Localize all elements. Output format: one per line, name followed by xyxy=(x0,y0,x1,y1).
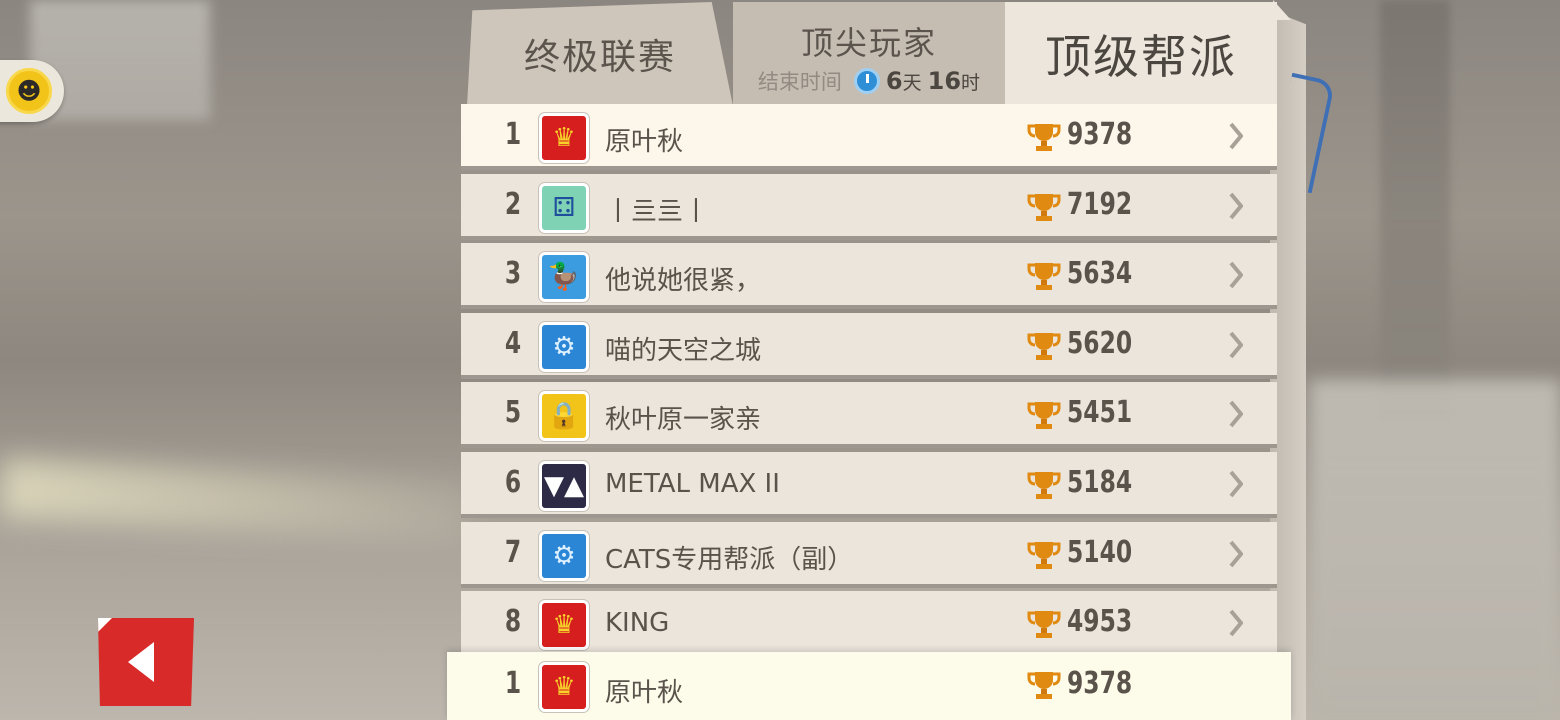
score: 5184 xyxy=(1067,465,1133,500)
rank: 1 xyxy=(504,666,522,701)
trophy-icon xyxy=(1027,332,1061,360)
countdown-hours: 16时 xyxy=(927,67,981,95)
leaderboard-list[interactable]: 1 ♛ 原叶秋 9378 2 ⚃ 丨亖亖丨 7192 3 🦆 他说她很紧， 5634 4 ⚙ 喵的天空之城 5… xyxy=(461,104,1277,652)
chevron-right-icon[interactable] xyxy=(1229,122,1243,150)
gang-emblem-crown-icon: ♛ xyxy=(539,113,589,163)
leaderboard-tabs: 终极联赛 顶尖玩家 结束时间 6天 16时 顶级帮派 xyxy=(467,0,1291,106)
score: 5451 xyxy=(1067,395,1133,431)
gang-name: 原叶秋 xyxy=(605,127,684,157)
side-profile-badge[interactable]: ☻ xyxy=(0,60,64,122)
rank: 8 xyxy=(504,604,522,640)
gang-emblem-gear-icon: ⚙ xyxy=(539,321,589,372)
rank: 3 xyxy=(504,256,522,292)
tab-ultimate-league[interactable]: 终极联赛 xyxy=(467,2,733,106)
countdown-label: 结束时间 xyxy=(757,70,842,94)
chevron-right-icon[interactable] xyxy=(1229,192,1243,220)
tab-label: 顶尖玩家 xyxy=(800,24,937,62)
tab-top-gangs[interactable]: 顶级帮派 xyxy=(1005,0,1291,106)
emoji-badge-icon[interactable]: ☻ xyxy=(6,68,52,114)
gang-emblem-lock-icon: 🔒 xyxy=(539,391,589,442)
trophy-icon xyxy=(1027,193,1061,221)
leaderboard-row[interactable]: 3 🦆 他说她很紧， 5634 xyxy=(461,243,1277,310)
gang-emblem-duck-icon: 🦆 xyxy=(539,252,589,303)
gang-emblem-dice-icon: ⚃ xyxy=(539,182,589,233)
score: 9378 xyxy=(1067,117,1133,152)
clock-icon xyxy=(853,68,880,94)
rank: 6 xyxy=(504,465,522,500)
chevron-right-icon[interactable] xyxy=(1229,331,1243,359)
gang-name: KING xyxy=(605,608,670,639)
gang-emblem-monster-icon: ▼▲ xyxy=(539,461,589,511)
gang-name: 秋叶原一家亲 xyxy=(605,405,762,436)
gang-name: 原叶秋 xyxy=(605,678,684,708)
back-arrow-icon xyxy=(128,642,154,682)
chevron-right-icon[interactable] xyxy=(1229,261,1243,289)
leaderboard-row[interactable]: 1 ♛ 原叶秋 9378 xyxy=(461,104,1277,170)
gang-name: METAL MAX II xyxy=(605,469,780,499)
score: 5620 xyxy=(1067,325,1133,361)
rank: 2 xyxy=(504,186,522,222)
leaderboard-row[interactable]: 6 ▼▲ METAL MAX II 5184 xyxy=(461,452,1277,518)
gang-name: 丨亖亖丨 xyxy=(605,196,710,227)
trophy-icon xyxy=(1027,611,1061,639)
background-floor xyxy=(1310,380,1560,720)
background-column xyxy=(1380,0,1450,420)
score: 4953 xyxy=(1067,604,1133,640)
leaderboard-row[interactable]: 2 ⚃ 丨亖亖丨 7192 xyxy=(461,173,1277,240)
gang-name: 他说她很紧， xyxy=(605,266,762,297)
rank: 7 xyxy=(504,534,522,570)
score: 5140 xyxy=(1067,534,1133,570)
score: 5634 xyxy=(1067,256,1133,292)
gang-emblem-gear-icon: ⚙ xyxy=(539,530,589,581)
trophy-icon xyxy=(1027,124,1061,151)
gang-name: 喵的天空之城 xyxy=(605,335,762,366)
leaderboard-row[interactable]: 5 🔒 秋叶原一家亲 5451 xyxy=(461,382,1277,449)
trophy-icon xyxy=(1027,263,1061,291)
score: 9378 xyxy=(1067,666,1133,701)
leaderboard-row[interactable]: 4 ⚙ 喵的天空之城 5620 xyxy=(461,312,1277,379)
rank: 4 xyxy=(504,325,522,361)
tab-top-players[interactable]: 顶尖玩家 结束时间 6天 16时 xyxy=(733,2,1005,106)
gang-emblem-crown-icon: ♛ xyxy=(539,662,589,712)
my-gang-row[interactable]: 1 ♛ 原叶秋 9378 xyxy=(447,652,1291,720)
background-floor-light xyxy=(0,457,472,543)
trophy-icon xyxy=(1027,672,1061,699)
tab-label: 顶级帮派 xyxy=(1045,30,1237,84)
score: 7192 xyxy=(1067,186,1133,222)
gang-name: CATS专用帮派（副） xyxy=(605,544,854,575)
rank: 5 xyxy=(504,395,522,431)
countdown: 结束时间 6天 16时 xyxy=(758,66,980,96)
page-corner xyxy=(1273,0,1291,20)
chevron-right-icon[interactable] xyxy=(1229,609,1243,637)
countdown-days: 6天 xyxy=(885,67,922,95)
trophy-icon xyxy=(1027,402,1061,430)
back-button[interactable] xyxy=(98,618,194,706)
chevron-right-icon[interactable] xyxy=(1229,540,1243,568)
tab-label: 终极联赛 xyxy=(523,37,676,78)
trophy-icon xyxy=(1027,472,1061,499)
leaderboard-row[interactable]: 8 ♛ KING 4953 xyxy=(461,591,1277,652)
chevron-right-icon[interactable] xyxy=(1229,470,1243,498)
rank: 1 xyxy=(504,117,522,152)
trophy-icon xyxy=(1027,541,1061,569)
leaderboard-row[interactable]: 7 ⚙ CATS专用帮派（副） 5140 xyxy=(461,521,1277,588)
gang-emblem-crown-icon: ♛ xyxy=(539,600,589,651)
chevron-right-icon[interactable] xyxy=(1229,400,1243,428)
paper-fold xyxy=(98,618,112,632)
